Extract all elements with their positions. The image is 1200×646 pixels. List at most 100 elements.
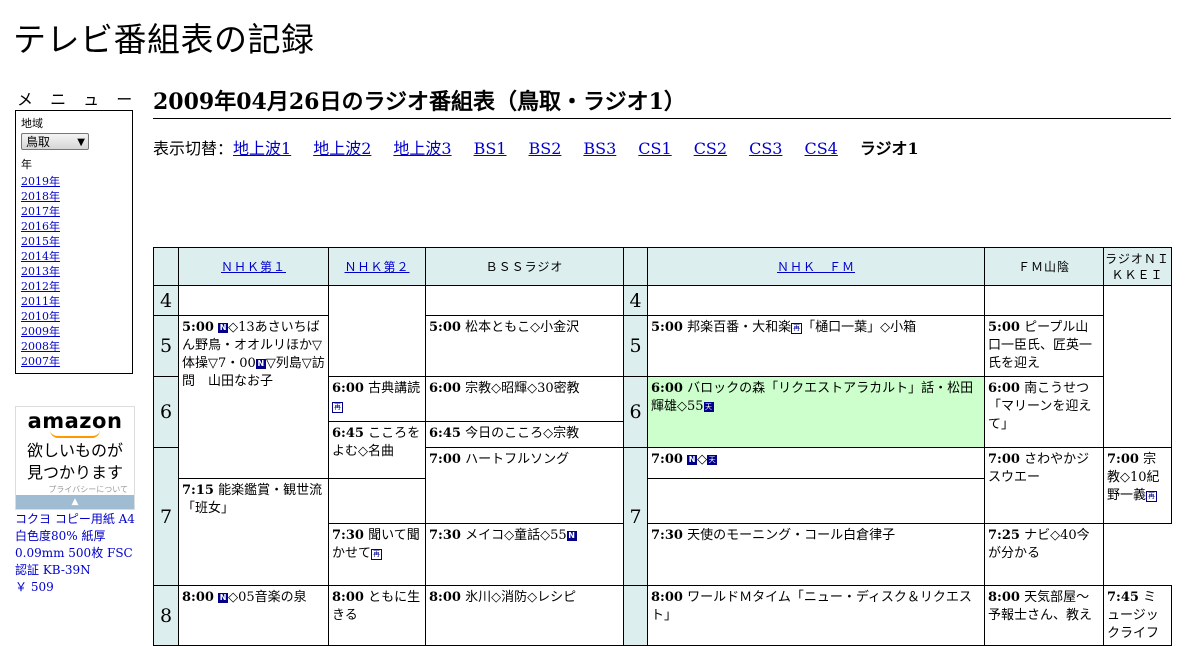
switch-link-cs4[interactable]: CS4 [804,139,837,158]
triangle-up-icon: ▲ [71,497,79,507]
news-icon: N [218,323,229,333]
ad-message: 欲しいものが 見つかります [16,440,134,484]
switch-link-chijo2[interactable]: 地上波2 [313,139,371,158]
year-link-2008[interactable]: 2008年 [21,340,60,353]
hour-4: 4 [153,285,179,316]
program-cell[interactable]: 7:00 ハートフルソング [425,447,624,524]
news-icon: N [255,359,266,369]
region-select[interactable]: 鳥取 ▼ [21,133,89,150]
hour-6: 6 [153,376,179,448]
site-title: テレビ番組表の記録 [13,20,315,59]
program-empty [425,285,624,316]
program-cell-current[interactable]: 6:00 バロックの森「リクエストアラカルト」話・松田輝雄◇55 天 [647,376,985,448]
program-cell[interactable]: 7:00 宗教◇10紀野一義再 [1103,447,1172,524]
channel-header-nhk1: ＮＨＫ第１ [178,247,329,286]
ad-line-2: 見つかります [26,463,123,482]
year-link-2016[interactable]: 2016年 [21,220,60,233]
ad-privacy-link[interactable]: プライバシーについて [16,484,134,495]
program-cell[interactable]: 8:00 ともに生きる [328,585,426,646]
hour-5-right: 5 [623,315,648,377]
year-link-2012[interactable]: 2012年 [21,280,60,293]
year-link-2009[interactable]: 2009年 [21,325,60,338]
region-label: 地域 [21,117,43,130]
channel-header-nhk2: ＮＨＫ第２ [328,247,426,286]
year-link-2011[interactable]: 2011年 [21,295,60,308]
menu-box: 地域 鳥取 ▼ 年 2019年 2018年 2017年 2016年 2015年 … [15,110,133,374]
program-cell[interactable]: 6:00 宗教◇昭輝◇30密教 [425,376,624,422]
year-link-2007[interactable]: 2007年 [21,355,60,368]
program-cell[interactable]: 6:45 こころをよむ◇名曲 [328,421,426,479]
program-cell[interactable]: 7:25 ナビ◇40今が分かる [984,523,1104,586]
channel-header-nhkfm: ＮＨＫ ＦＭ [647,247,985,286]
hour-8: 8 [153,585,179,646]
year-link-2010[interactable]: 2010年 [21,310,60,323]
ad-product[interactable]: コクヨ コピー用紙 A4 白色度80% 紙厚 0.09mm 500枚 FSC認証… [15,511,140,596]
program-cell[interactable]: 7:30 メイコ◇童話◇55 N [425,523,624,586]
region-select-value: 鳥取 [26,135,51,149]
news-icon: N [218,593,229,603]
year-link-2018[interactable]: 2018年 [21,190,60,203]
switch-link-cs3[interactable]: CS3 [749,139,782,158]
year-link-2014[interactable]: 2014年 [21,250,60,263]
program-cell[interactable]: 6:00 古典講読再 [328,376,426,422]
hour-7: 7 [153,447,179,586]
program-cell[interactable]: 8:00 氷川◇消防◇レシピ [425,585,624,646]
program-cell[interactable]: 8:00 天気部屋～予報士さん、教え [984,585,1104,646]
year-link-2019[interactable]: 2019年 [21,175,60,188]
view-switcher: 表示切替：地上波1 地上波2 地上波3 BS1 BS2 BS3 CS1 CS2 CS3 CS4 ラジ… [153,135,919,159]
switch-current-radio1: ラジオ1 [859,139,919,158]
program-cell[interactable]: 7:30 聞いて聞かせて再 [328,523,426,586]
program-cell[interactable]: 7:00 N ◇ 天 [647,447,985,479]
switch-link-bs1[interactable]: BS1 [474,139,507,158]
switch-link-bs2[interactable]: BS2 [528,139,561,158]
weather-icon: 天 [707,455,718,465]
rebroadcast-icon: 再 [371,549,383,560]
weather-icon: 天 [703,402,714,412]
year-link-2013[interactable]: 2013年 [21,265,60,278]
program-empty [178,285,329,316]
switch-link-cs2[interactable]: CS2 [694,139,727,158]
switch-link-cs1[interactable]: CS1 [638,139,671,158]
program-cell[interactable]: 6:45 今日のこころ◇宗教 [425,421,624,448]
hour-8-right [623,585,648,646]
program-cell[interactable]: 7:00 さわやかジスウエー [984,447,1104,524]
channel-header-fmsanin: ＦＭ山陰 [984,247,1104,286]
program-empty [647,285,985,316]
program-cell[interactable]: 5:00 ピープル山口一臣氏、匠英一氏を迎え [984,315,1104,377]
ad-product-price: ￥ 509 [15,580,54,594]
program-cell[interactable]: 5:00 松本ともこ◇小金沢 [425,315,624,377]
hour-7-right: 7 [623,447,648,586]
amazon-ad-banner[interactable]: amazon 欲しいものが 見つかります プライバシーについて ▲ [15,406,135,510]
program-cell[interactable]: 5:00 邦楽百番・大和楽再「樋口一葉」◇小箱 [647,315,985,377]
program-cell[interactable]: 6:00 南こうせつ「マリーンを迎えて」 [984,376,1104,448]
hour-5: 5 [153,315,179,377]
channel-link-nhkfm[interactable]: ＮＨＫ ＦＭ [777,260,855,274]
program-cell[interactable]: 7:15 能楽鑑賞・観世流「班女」 [178,478,329,586]
switch-link-bs3[interactable]: BS3 [583,139,616,158]
hour-header-corner [153,247,179,286]
amazon-logo: amazon [27,409,123,433]
program-cell[interactable]: 7:30 天使のモーニング・コール白倉律子 [647,523,985,586]
program-cell[interactable]: 5:00 N ◇13あさいちばん野鳥・オオルリほか▽体操▽7・00 N ▽列島▽訪問 … [178,315,329,479]
ad-line-1: 欲しいものが [26,441,123,460]
ad-product-name[interactable]: コクヨ コピー用紙 A4 白色度80% 紙厚 0.09mm 500枚 FSC認証… [15,511,140,579]
year-link-2015[interactable]: 2015年 [21,235,60,248]
hour-6-right: 6 [623,376,648,448]
program-cell[interactable]: 8:00 N ◇05音楽の泉 [178,585,329,646]
switch-link-chijo1[interactable]: 地上波1 [233,139,291,158]
switch-link-chijo3[interactable]: 地上波3 [393,139,451,158]
rebroadcast-icon: 再 [332,402,343,413]
page-title: 2009年04月26日のラジオ番組表（鳥取・ラジオ1） [153,84,1171,119]
channel-link-nhk2[interactable]: ＮＨＫ第２ [344,260,409,274]
program-cell[interactable]: 7:45 ミュージックライフ [1103,585,1172,646]
channel-link-nhk1[interactable]: ＮＨＫ第１ [221,260,286,274]
year-link-2017[interactable]: 2017年 [21,205,60,218]
program-cell[interactable]: 8:00 ワールドＭタイム「ニュー・ディスク＆リクエスト」 [647,585,985,646]
ad-expand-bar[interactable]: ▲ [16,495,134,509]
news-icon: N [687,455,698,465]
program-grid: ＮＨＫ第１ ＮＨＫ第２ ＢＳＳラジオ ＮＨＫ ＦＭ ＦＭ山陰 ラジオＮＩＫＫＥＩ… [153,247,1172,646]
year-label: 年 [21,158,32,171]
program-empty [984,285,1104,316]
triangle-down-icon: ▼ [77,137,85,148]
hour-4-right: 4 [623,285,648,316]
